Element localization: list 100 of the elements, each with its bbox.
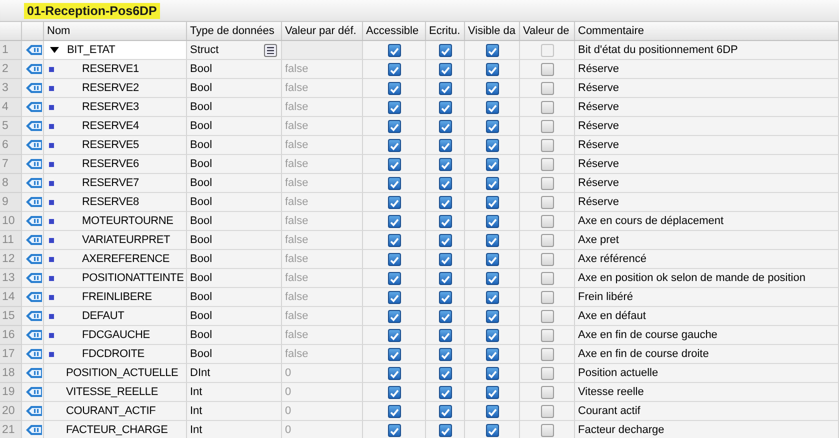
- checkbox[interactable]: [438, 310, 452, 322]
- checkbox[interactable]: [486, 272, 498, 284]
- checkbox[interactable]: [388, 234, 400, 246]
- column-header[interactable]: Accessible: [363, 22, 426, 40]
- variable-name: RESERVE2: [82, 81, 139, 96]
- checkbox[interactable]: [540, 310, 554, 322]
- column-header[interactable]: Type de données: [187, 22, 282, 40]
- checkbox[interactable]: [388, 100, 400, 114]
- column-header[interactable]: Ecritu.: [426, 22, 465, 40]
- checkbox[interactable]: [388, 214, 400, 228]
- interface-tag-icon: [26, 83, 42, 93]
- column-header[interactable]: Valeur par déf.: [282, 22, 363, 40]
- checkbox[interactable]: [486, 290, 498, 304]
- column-header[interactable]: Commentaire: [575, 22, 839, 40]
- row-number: 16: [0, 326, 22, 345]
- checkbox[interactable]: [438, 424, 452, 436]
- checkbox[interactable]: [438, 272, 452, 284]
- checkbox[interactable]: [388, 120, 400, 132]
- checkbox[interactable]: [540, 234, 554, 246]
- checkbox[interactable]: [486, 120, 498, 132]
- checkbox[interactable]: [388, 366, 400, 380]
- checkbox[interactable]: [540, 386, 554, 398]
- checkbox[interactable]: [540, 404, 554, 418]
- checkbox[interactable]: [438, 44, 452, 56]
- checkbox[interactable]: [486, 100, 498, 114]
- checkbox[interactable]: [388, 44, 400, 56]
- checkbox[interactable]: [486, 158, 498, 170]
- checkbox[interactable]: [540, 100, 554, 114]
- checkbox[interactable]: [388, 62, 400, 76]
- column-header[interactable]: Valeur de: [520, 22, 575, 40]
- checkbox[interactable]: [438, 158, 452, 170]
- checkbox[interactable]: [540, 366, 554, 380]
- checkbox[interactable]: [388, 424, 400, 436]
- checkbox[interactable]: [438, 100, 452, 114]
- checkbox[interactable]: [540, 424, 554, 436]
- interface-tag-icon: [26, 235, 42, 245]
- collapse-triangle-icon[interactable]: [50, 46, 59, 54]
- data-type: Bool: [190, 309, 212, 324]
- checkbox[interactable]: [388, 196, 400, 208]
- checkbox[interactable]: [438, 176, 452, 190]
- checkbox[interactable]: [540, 214, 554, 228]
- checkbox[interactable]: [486, 82, 498, 94]
- checkbox[interactable]: [540, 272, 554, 284]
- checkbox[interactable]: [438, 196, 452, 208]
- checkbox[interactable]: [486, 366, 498, 380]
- checkbox[interactable]: [438, 366, 452, 380]
- checkbox[interactable]: [540, 176, 554, 190]
- checkbox[interactable]: [486, 404, 498, 418]
- checkbox[interactable]: [540, 196, 554, 208]
- checkbox[interactable]: [486, 328, 498, 342]
- checkbox[interactable]: [486, 138, 498, 152]
- row-number: 15: [0, 307, 22, 326]
- checkbox[interactable]: [438, 252, 452, 266]
- checkbox[interactable]: [486, 348, 498, 360]
- checkbox[interactable]: [388, 386, 400, 398]
- checkbox[interactable]: [438, 328, 452, 342]
- checkbox[interactable]: [540, 290, 554, 304]
- checkbox[interactable]: [540, 62, 554, 76]
- checkbox[interactable]: [486, 44, 498, 56]
- checkbox[interactable]: [388, 290, 400, 304]
- checkbox[interactable]: [388, 328, 400, 342]
- checkbox[interactable]: [486, 252, 498, 266]
- checkbox[interactable]: [540, 44, 554, 56]
- checkbox[interactable]: [388, 404, 400, 418]
- checkbox[interactable]: [438, 62, 452, 76]
- checkbox[interactable]: [540, 348, 554, 360]
- column-header[interactable]: Visible da: [465, 22, 520, 40]
- checkbox[interactable]: [438, 82, 452, 94]
- list-icon[interactable]: [264, 44, 277, 56]
- checkbox[interactable]: [540, 158, 554, 170]
- checkbox[interactable]: [486, 386, 498, 398]
- checkbox[interactable]: [486, 62, 498, 76]
- checkbox[interactable]: [540, 252, 554, 266]
- checkbox[interactable]: [486, 214, 498, 228]
- checkbox[interactable]: [388, 138, 400, 152]
- checkbox[interactable]: [486, 310, 498, 322]
- checkbox[interactable]: [486, 196, 498, 208]
- checkbox[interactable]: [438, 138, 452, 152]
- checkbox[interactable]: [486, 176, 498, 190]
- checkbox[interactable]: [438, 234, 452, 246]
- checkbox[interactable]: [438, 348, 452, 360]
- checkbox[interactable]: [540, 120, 554, 132]
- checkbox[interactable]: [540, 328, 554, 342]
- checkbox[interactable]: [388, 310, 400, 322]
- checkbox[interactable]: [388, 176, 400, 190]
- checkbox[interactable]: [438, 120, 452, 132]
- checkbox[interactable]: [438, 404, 452, 418]
- checkbox[interactable]: [438, 290, 452, 304]
- checkbox[interactable]: [540, 138, 554, 152]
- column-header[interactable]: Nom: [44, 22, 187, 40]
- checkbox[interactable]: [438, 386, 452, 398]
- checkbox[interactable]: [438, 214, 452, 228]
- checkbox[interactable]: [388, 82, 400, 94]
- checkbox[interactable]: [388, 272, 400, 284]
- checkbox[interactable]: [388, 158, 400, 170]
- checkbox[interactable]: [388, 348, 400, 360]
- checkbox[interactable]: [388, 252, 400, 266]
- checkbox[interactable]: [486, 424, 498, 436]
- checkbox[interactable]: [486, 234, 498, 246]
- checkbox[interactable]: [540, 82, 554, 94]
